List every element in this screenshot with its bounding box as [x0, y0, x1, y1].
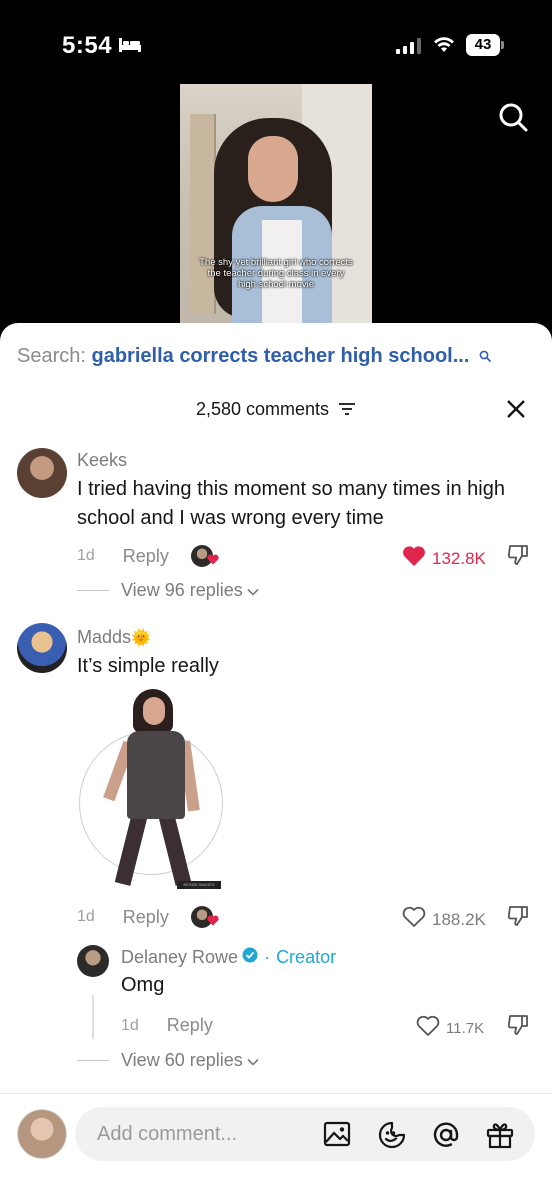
avatar[interactable] — [17, 448, 67, 498]
reply-date: 1d — [121, 1016, 139, 1034]
comment-date: 1d — [77, 547, 95, 564]
video-caption: The shy yet brilliant girl who corrects … — [199, 257, 353, 290]
chevron-down-icon — [247, 580, 259, 601]
video-thumbnail[interactable]: The shy yet brilliant girl who corrects … — [180, 84, 372, 344]
comment-meta: 1d Reply — [77, 545, 219, 567]
signal-icon — [396, 38, 421, 54]
reply-button[interactable]: Reply — [123, 546, 169, 567]
thread-line — [92, 995, 94, 1039]
emoji-icon[interactable] — [377, 1120, 407, 1155]
dislike-icon[interactable] — [506, 1013, 530, 1042]
like-button[interactable]: 188.2K — [402, 906, 486, 933]
reply-meta: 1d Reply — [121, 1015, 235, 1036]
comment-input-bar[interactable] — [75, 1107, 535, 1161]
heart-outline-icon — [416, 1015, 440, 1042]
comment-username-row[interactable]: Madds🌞 — [77, 627, 151, 648]
comments-count-row: 2,580 comments — [0, 399, 552, 421]
battery-icon: 43 — [466, 34, 504, 56]
sleep-icon — [118, 36, 142, 59]
dislike-icon[interactable] — [506, 543, 530, 572]
like-button[interactable]: 132.8K — [402, 545, 486, 572]
view-replies-button[interactable]: View 60 replies — [77, 1050, 259, 1071]
reply-button[interactable]: Reply — [123, 907, 169, 928]
avatar[interactable] — [17, 623, 67, 673]
heart-icon — [207, 910, 219, 931]
divider — [0, 1093, 552, 1094]
mention-icon[interactable] — [431, 1120, 461, 1155]
sun-emoji: 🌞 — [131, 630, 151, 647]
creator-liked-avatar — [190, 545, 219, 567]
comment-date: 1d — [77, 908, 95, 925]
comments-count: 2,580 comments — [195, 399, 330, 419]
chevron-down-icon — [247, 1050, 259, 1071]
image-icon[interactable] — [323, 1120, 351, 1153]
view-replies-button[interactable]: View 96 replies — [77, 580, 259, 601]
comment-input[interactable] — [97, 1107, 317, 1161]
heart-icon — [402, 545, 426, 572]
comment-text: It’s simple really — [77, 655, 219, 677]
battery-level: 43 — [466, 34, 500, 56]
like-count: 188.2K — [432, 909, 486, 929]
like-count: 132.8K — [432, 548, 486, 568]
gif-watermark: RESIZE IMAGES — [177, 881, 221, 889]
heart-icon — [207, 549, 219, 570]
comment-username[interactable]: Keeks — [77, 450, 127, 471]
reply-username-row: Delaney Rowe · Creator — [121, 947, 336, 968]
dislike-icon[interactable] — [506, 904, 530, 933]
comment-meta: 1d Reply — [77, 906, 219, 928]
wifi-icon — [432, 34, 456, 59]
close-icon[interactable] — [506, 399, 526, 424]
search-query-link[interactable]: gabriella corrects teacher high school..… — [92, 345, 470, 367]
heart-outline-icon — [402, 906, 426, 933]
reply-username[interactable]: Delaney Rowe — [121, 947, 238, 968]
separator: · — [264, 947, 271, 967]
like-button[interactable]: 11.7K — [416, 1015, 484, 1042]
comment-username: Madds — [77, 627, 132, 647]
verified-icon — [242, 947, 258, 968]
like-count: 11.7K — [446, 1020, 485, 1037]
search-icon[interactable] — [498, 102, 528, 137]
search-icon — [479, 345, 491, 368]
avatar — [17, 1109, 67, 1159]
avatar[interactable] — [77, 945, 109, 977]
video-player[interactable]: The shy yet brilliant girl who corrects … — [0, 84, 552, 344]
creator-liked-avatar — [190, 906, 219, 928]
status-time: 5:54 — [62, 32, 113, 59]
comment-gif-image[interactable]: RESIZE IMAGES — [77, 687, 229, 895]
reply-button[interactable]: Reply — [167, 1015, 213, 1036]
creator-badge: Creator — [276, 947, 337, 967]
filter-icon[interactable] — [338, 400, 356, 421]
reply-text: Omg — [121, 974, 165, 996]
comment-text: I tried having this moment so many times… — [77, 478, 505, 529]
comments-panel: Search: gabriella corrects teacher high … — [0, 323, 552, 1200]
gift-icon[interactable] — [485, 1120, 515, 1155]
status-bar: 5:54 43 — [0, 0, 552, 84]
search-label: Search: — [17, 345, 86, 367]
view-replies-label: View 96 replies — [121, 580, 243, 600]
related-search[interactable]: Search: gabriella corrects teacher high … — [17, 345, 491, 368]
view-replies-label: View 60 replies — [121, 1050, 243, 1070]
